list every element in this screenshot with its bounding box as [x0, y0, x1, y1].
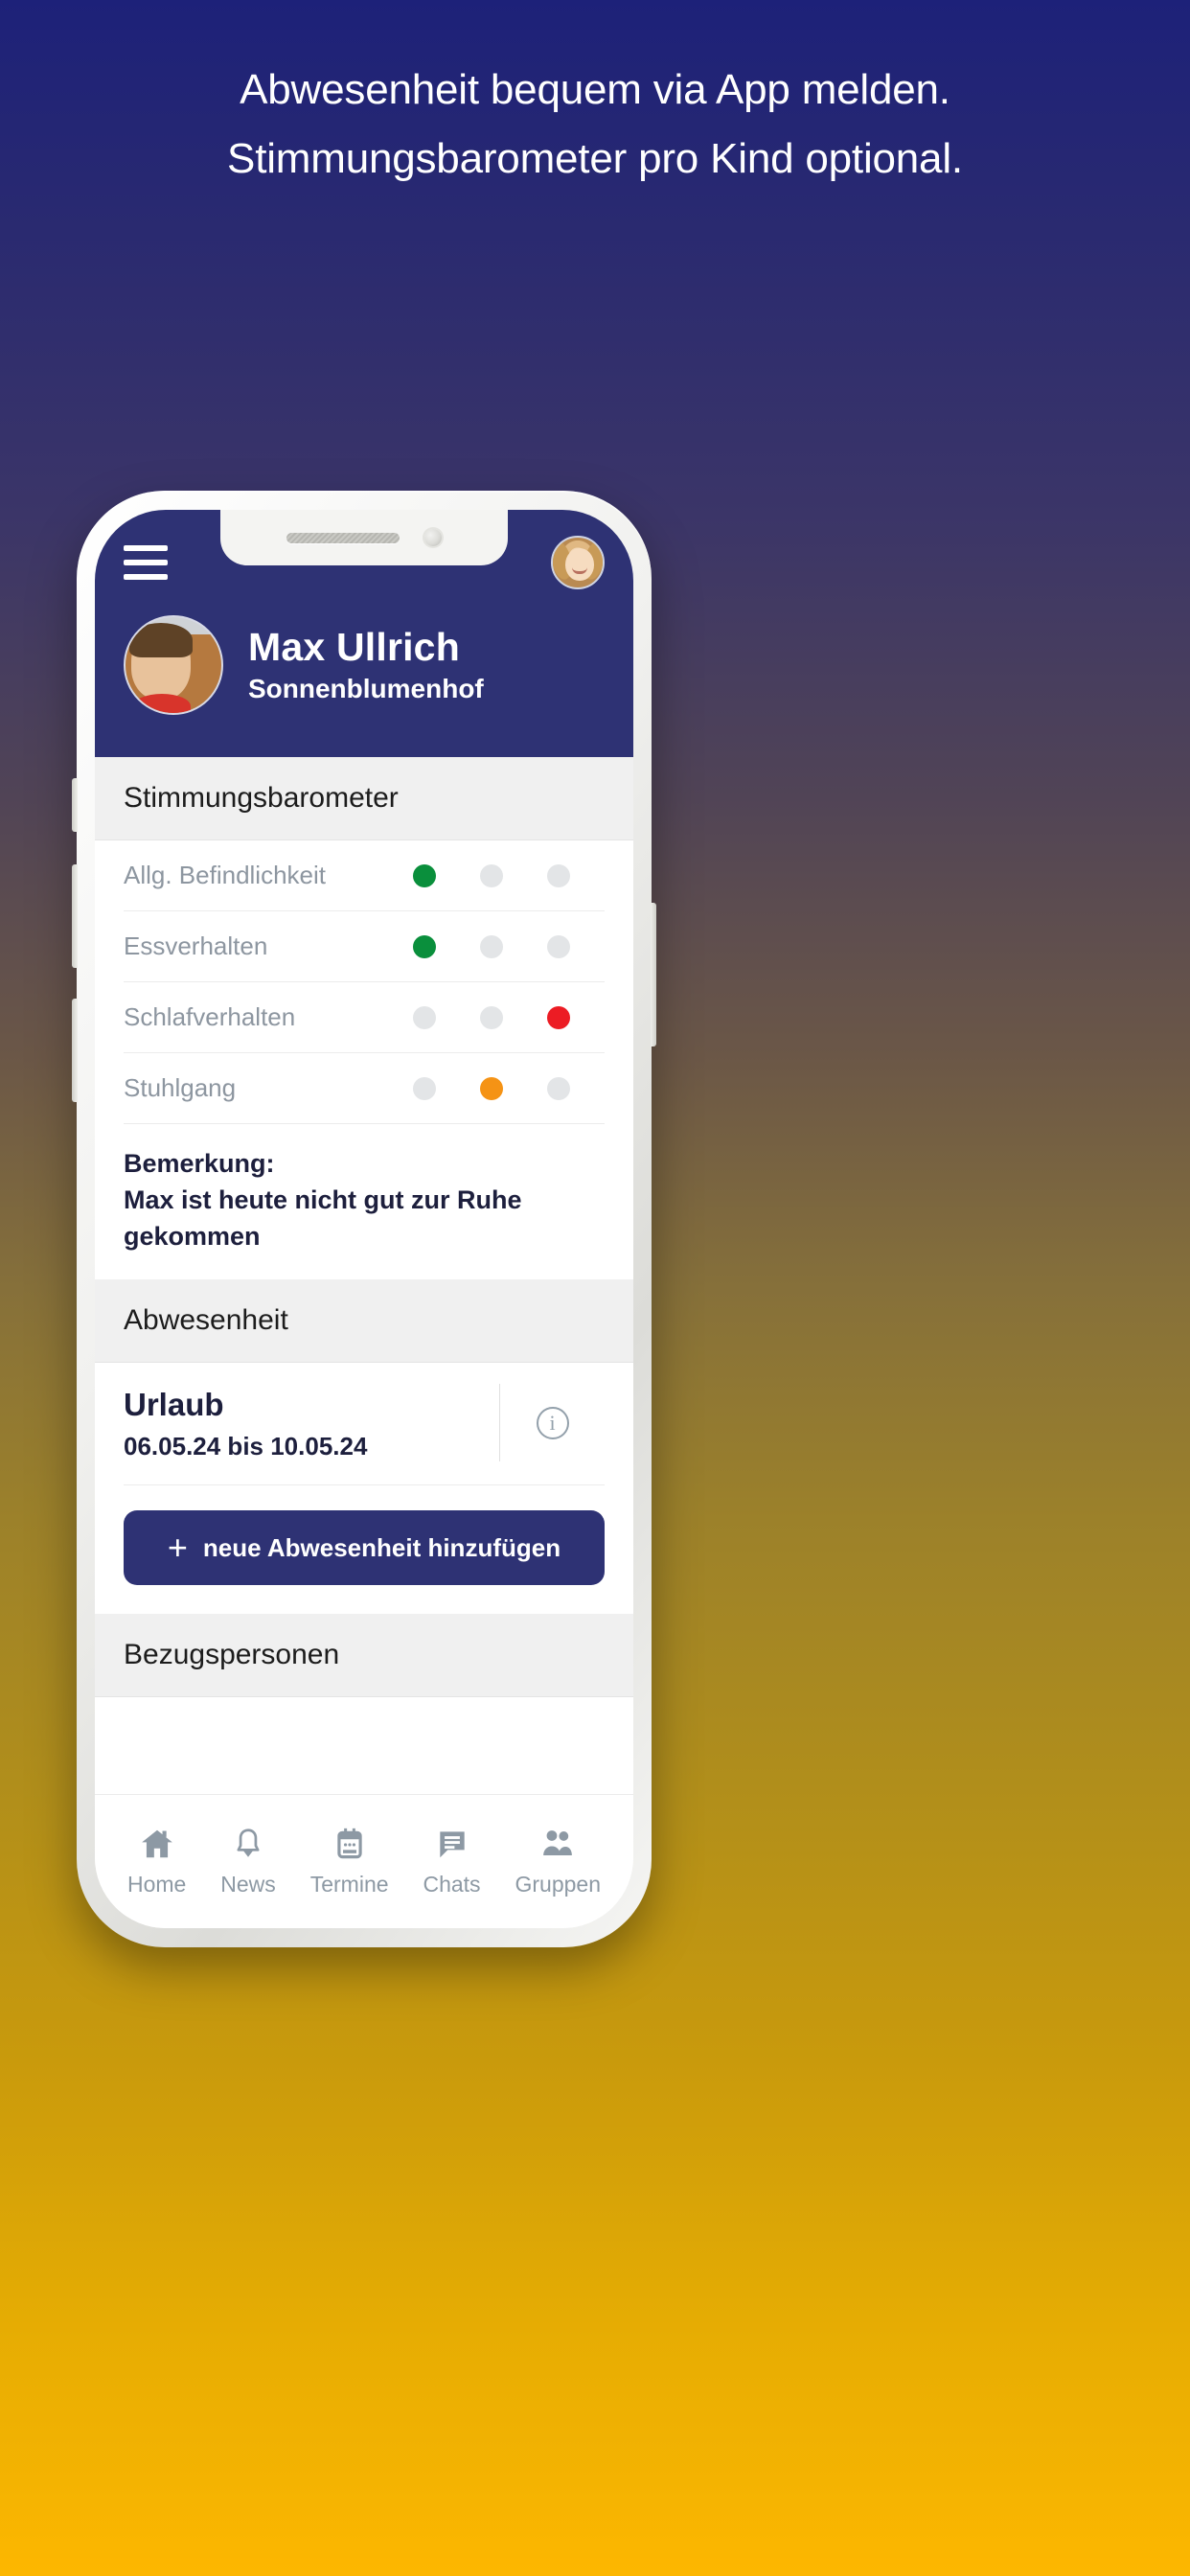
mood-dot-good[interactable]	[413, 1076, 436, 1100]
nav-item-news[interactable]: News	[220, 1826, 276, 1898]
nav-item-chats[interactable]: Chats	[423, 1826, 481, 1898]
child-avatar-shirt	[133, 694, 191, 713]
promo-headline: Abwesenheit bequem via App melden. Stimm…	[0, 56, 1190, 194]
hamburger-bar	[124, 574, 168, 580]
nav-label: News	[220, 1872, 276, 1897]
absence-info-cell[interactable]: i	[499, 1384, 605, 1461]
child-profile-texts: Max Ullrich Sonnenblumenhof	[248, 624, 484, 706]
avatar-face	[565, 548, 594, 581]
mood-remark-text: Max ist heute nicht gut zur Ruhe gekomme…	[124, 1185, 522, 1251]
mood-remark: Bemerkung: Max ist heute nicht gut zur R…	[124, 1124, 605, 1279]
mood-dot-good[interactable]	[413, 934, 436, 958]
nav-label: Home	[126, 1872, 187, 1897]
mood-row-label: Essverhalten	[124, 932, 268, 960]
user-avatar[interactable]	[551, 536, 605, 589]
absence-entry-dates: 06.05.24 bis 10.05.24	[124, 1432, 368, 1460]
bottom-navigation: Home News Termine Chats Gruppen	[95, 1794, 633, 1928]
table-row[interactable]: Schlafverhalten	[124, 982, 605, 1053]
mood-dot-bad[interactable]	[547, 1005, 570, 1029]
plus-icon: +	[167, 1528, 188, 1567]
people-icon	[543, 1830, 573, 1856]
child-profile[interactable]: Max Ullrich Sonnenblumenhof	[124, 615, 605, 715]
mood-rating-dots[interactable]	[413, 934, 605, 958]
info-icon[interactable]: i	[536, 1406, 569, 1439]
absence-entry-title: Urlaub	[124, 1387, 224, 1422]
nav-item-gruppen[interactable]: Gruppen	[515, 1826, 602, 1898]
add-absence-button-label: neue Abwesenheit hinzufügen	[202, 1532, 561, 1562]
mood-dot-bad[interactable]	[547, 1076, 570, 1100]
home-icon	[141, 1829, 172, 1858]
mood-panel: Allg. Befindlichkeit Essverhalten Schlaf…	[95, 840, 633, 1279]
mood-dot-medium[interactable]	[480, 863, 503, 887]
child-group: Sonnenblumenhof	[248, 674, 484, 703]
mood-dot-bad[interactable]	[547, 863, 570, 887]
child-avatar-hair	[129, 623, 193, 657]
mood-row-label: Schlafverhalten	[124, 1002, 296, 1031]
absence-panel: Urlaub 06.05.24 bis 10.05.24 i + neue Ab…	[95, 1363, 633, 1585]
add-absence-button[interactable]: + neue Abwesenheit hinzufügen	[124, 1510, 605, 1585]
hamburger-menu-icon[interactable]	[124, 545, 168, 580]
mood-rating-dots[interactable]	[413, 1076, 605, 1100]
mood-dot-medium[interactable]	[480, 1005, 503, 1029]
nav-label: Gruppen	[515, 1872, 602, 1897]
chat-bubble-icon	[439, 1831, 465, 1858]
section-header-contacts: Bezugspersonen	[95, 1614, 633, 1697]
child-name: Max Ullrich	[248, 625, 460, 669]
list-item[interactable]: Urlaub 06.05.24 bis 10.05.24 i	[124, 1363, 605, 1485]
hamburger-bar	[124, 560, 168, 565]
earpiece-speaker-icon	[286, 532, 400, 543]
mood-dot-medium[interactable]	[480, 1076, 503, 1100]
nav-label: Chats	[423, 1872, 481, 1897]
mood-rating-dots[interactable]	[413, 863, 605, 887]
front-camera-icon	[424, 529, 442, 546]
table-row[interactable]: Essverhalten	[124, 911, 605, 982]
mood-row-label: Stuhlgang	[124, 1073, 237, 1102]
phone-volume-down-button	[72, 999, 78, 1102]
nav-item-termine[interactable]: Termine	[310, 1826, 389, 1898]
calendar-icon	[336, 1828, 362, 1859]
nav-label: Termine	[309, 1872, 389, 1897]
section-header-mood: Stimmungsbarometer	[95, 757, 633, 840]
nav-item-home[interactable]: Home	[127, 1826, 186, 1898]
mood-row-label: Allg. Befindlichkeit	[124, 861, 326, 889]
table-row[interactable]: Allg. Befindlichkeit	[124, 840, 605, 911]
mood-dot-good[interactable]	[413, 1005, 436, 1029]
mood-remark-label: Bemerkung:	[124, 1149, 275, 1178]
mood-rating-dots[interactable]	[413, 1005, 605, 1029]
phone-notch	[220, 510, 508, 565]
section-header-absence: Abwesenheit	[95, 1279, 633, 1363]
phone-screen: Max Ullrich Sonnenblumenhof Stimmungsbar…	[95, 510, 633, 1928]
absence-entry-texts: Urlaub 06.05.24 bis 10.05.24	[124, 1384, 499, 1461]
table-row[interactable]: Stuhlgang	[124, 1053, 605, 1124]
mood-dot-good[interactable]	[413, 863, 436, 887]
mood-dot-medium[interactable]	[480, 934, 503, 958]
bell-icon	[237, 1828, 260, 1857]
hamburger-bar	[124, 545, 168, 551]
headline-line-2: Stimmungsbarometer pro Kind optional.	[227, 135, 963, 182]
phone-mockup: Max Ullrich Sonnenblumenhof Stimmungsbar…	[72, 491, 656, 1947]
mood-dot-bad[interactable]	[547, 934, 570, 958]
child-avatar[interactable]	[124, 615, 223, 715]
phone-power-button	[651, 903, 656, 1046]
headline-line-1: Abwesenheit bequem via App melden.	[240, 66, 950, 113]
